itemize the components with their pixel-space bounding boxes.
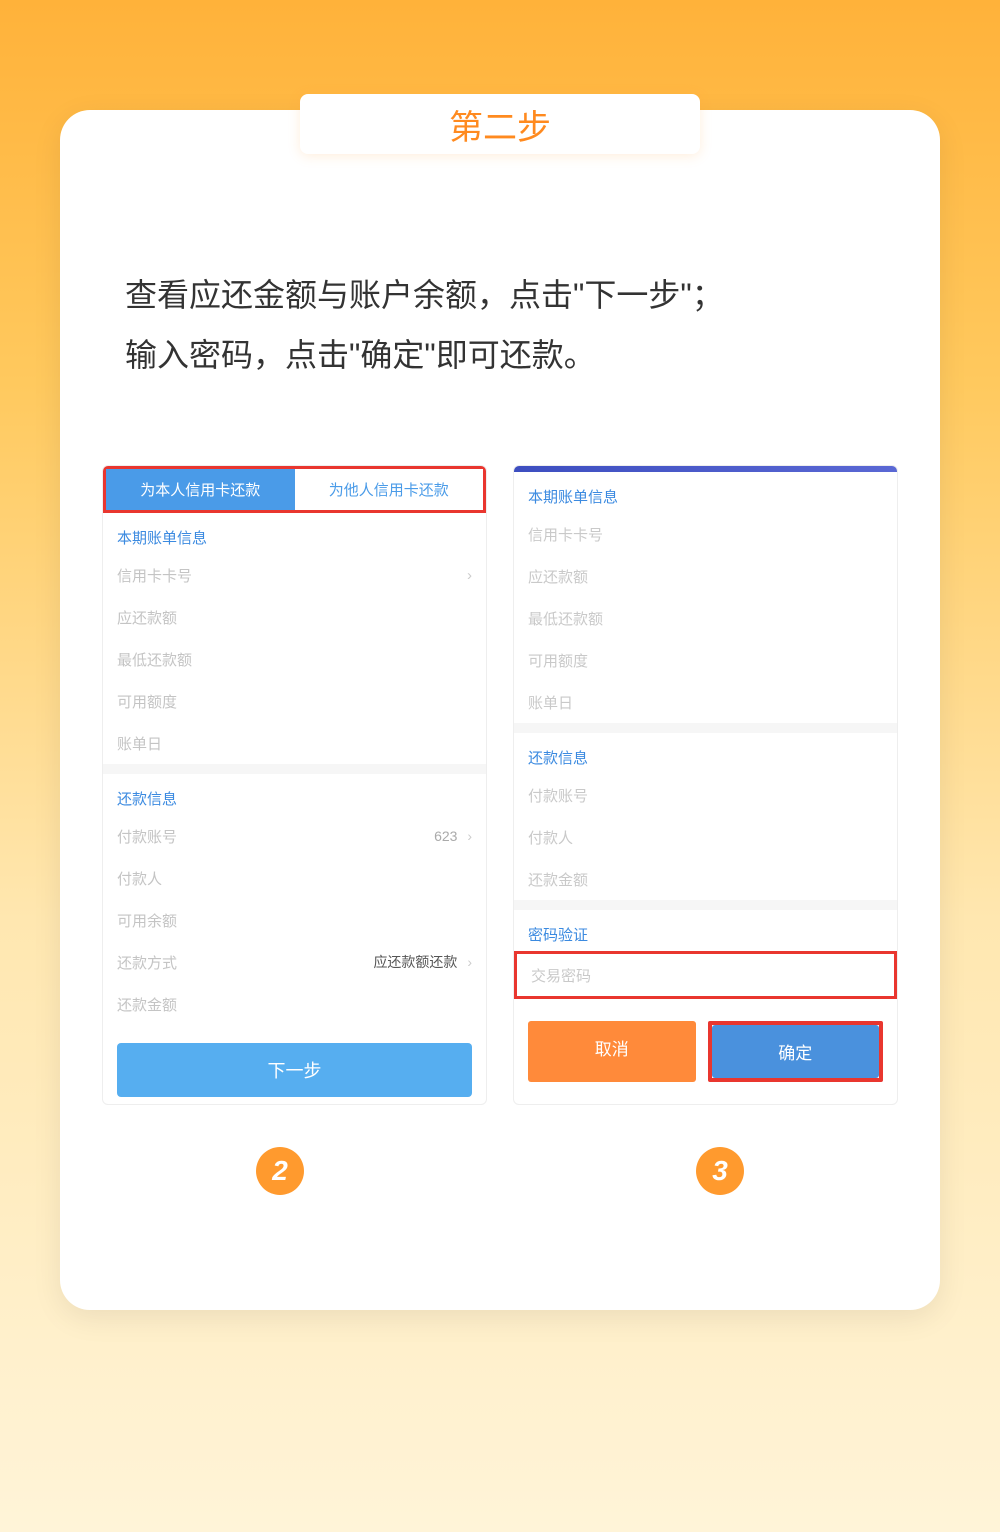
- row-date-3: 账单日: [514, 681, 897, 723]
- badge-2: 2: [256, 1147, 304, 1195]
- label-card-number: 信用卡卡号: [117, 565, 192, 586]
- row-repay-amount: 还款金额: [103, 983, 486, 1025]
- tab-other-repay[interactable]: 为他人信用卡还款: [295, 469, 484, 510]
- row-min-amount: 最低还款额: [103, 638, 486, 680]
- label-due: 应还款额: [117, 607, 177, 628]
- instruction-line-1: 查看应还金额与账户余额，点击"下一步"；: [125, 265, 875, 325]
- label-date-3: 账单日: [528, 692, 573, 713]
- label-password: 交易密码: [531, 965, 591, 986]
- label-min: 最低还款额: [117, 649, 192, 670]
- instruction-text: 查看应还金额与账户余额，点击"下一步"； 输入密码，点击"确定"即可还款。: [125, 265, 875, 385]
- badge-3: 3: [696, 1147, 744, 1195]
- row-password[interactable]: 交易密码: [517, 954, 894, 996]
- section-title-bill-3: 本期账单信息: [514, 472, 897, 513]
- row-avail-3: 可用额度: [514, 639, 897, 681]
- section-title-bill: 本期账单信息: [103, 513, 486, 554]
- label-pay-account: 付款账号: [117, 826, 177, 847]
- row-amount-3: 还款金额: [514, 858, 897, 900]
- section-title-repay-3: 还款信息: [514, 733, 897, 774]
- row-payer: 付款人: [103, 857, 486, 899]
- row-min-3: 最低还款额: [514, 597, 897, 639]
- chevron-right-icon: ›: [467, 567, 472, 584]
- instruction-card: 第二步 查看应还金额与账户余额，点击"下一步"； 输入密码，点击"确定"即可还款…: [60, 110, 940, 1310]
- confirm-highlight-box: 确定: [708, 1021, 884, 1082]
- label-usable: 可用余额: [117, 910, 177, 931]
- repay-target-tabs: 为本人信用卡还款 为他人信用卡还款: [103, 466, 486, 513]
- confirm-buttons-row: 取消 确定: [514, 999, 897, 1082]
- row-payacct-3: 付款账号: [514, 774, 897, 816]
- screenshots-row: 为本人信用卡还款 为他人信用卡还款 本期账单信息 信用卡卡号 › 应还款额 最低…: [102, 465, 898, 1105]
- screenshot-3: 本期账单信息 信用卡卡号 应还款额 最低还款额 可用额度 账单日 还款信息 付款…: [513, 465, 898, 1105]
- tab-self-repay[interactable]: 为本人信用卡还款: [106, 469, 295, 510]
- row-card-number[interactable]: 信用卡卡号 ›: [103, 554, 486, 596]
- label-amount: 还款金额: [117, 994, 177, 1015]
- row-repay-method[interactable]: 还款方式 应还款额还款 ›: [103, 941, 486, 983]
- section-title-repay: 还款信息: [103, 774, 486, 815]
- row-due-amount: 应还款额: [103, 596, 486, 638]
- chevron-right-icon: ›: [463, 954, 472, 970]
- label-due-3: 应还款额: [528, 566, 588, 587]
- section-gap: [103, 764, 486, 774]
- row-due-3: 应还款额: [514, 555, 897, 597]
- section-title-password: 密码验证: [514, 910, 897, 951]
- row-card-number-3: 信用卡卡号: [514, 513, 897, 555]
- section-gap-3a: [514, 723, 897, 733]
- label-avail-3: 可用额度: [528, 650, 588, 671]
- label-payer: 付款人: [117, 868, 162, 889]
- chevron-right-icon: ›: [463, 828, 472, 844]
- confirm-button[interactable]: 确定: [712, 1025, 880, 1078]
- row-pay-account[interactable]: 付款账号 623 ›: [103, 815, 486, 857]
- row-payer-3: 付款人: [514, 816, 897, 858]
- label-method: 还款方式: [117, 952, 177, 973]
- screenshot-2: 为本人信用卡还款 为他人信用卡还款 本期账单信息 信用卡卡号 › 应还款额 最低…: [102, 465, 487, 1105]
- label-payacct-3: 付款账号: [528, 785, 588, 806]
- label-card-3: 信用卡卡号: [528, 524, 603, 545]
- step-number-badges: 2 3: [60, 1147, 940, 1195]
- label-amount-3: 还款金额: [528, 869, 588, 890]
- row-usable-balance: 可用余额: [103, 899, 486, 941]
- row-bill-date: 账单日: [103, 722, 486, 764]
- value-method: 应还款额还款 ›: [373, 952, 472, 972]
- password-highlight-box: 交易密码: [514, 951, 897, 999]
- label-avail: 可用额度: [117, 691, 177, 712]
- step-title-tab: 第二步: [300, 94, 700, 154]
- row-available-credit: 可用额度: [103, 680, 486, 722]
- label-min-3: 最低还款额: [528, 608, 603, 629]
- value-pay-account: 623 ›: [434, 828, 472, 844]
- section-gap-3b: [514, 900, 897, 910]
- instruction-line-2: 输入密码，点击"确定"即可还款。: [125, 325, 875, 385]
- label-date: 账单日: [117, 733, 162, 754]
- label-payer-3: 付款人: [528, 827, 573, 848]
- cancel-button[interactable]: 取消: [528, 1021, 696, 1082]
- next-button[interactable]: 下一步: [117, 1043, 472, 1097]
